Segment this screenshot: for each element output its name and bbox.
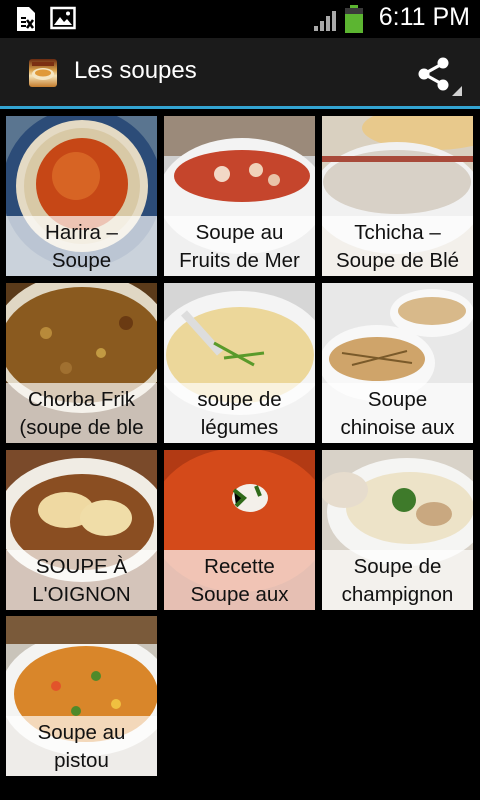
soup-caption: soupe de légumes bbox=[164, 383, 315, 443]
share-button[interactable] bbox=[412, 52, 464, 98]
soup-caption: Harira – Soupe bbox=[6, 216, 157, 276]
image-icon bbox=[50, 6, 76, 35]
soup-tile-tchicha[interactable]: Tchicha – Soupe de Blé bbox=[322, 116, 473, 276]
soup-tile-harira[interactable]: Harira – Soupe bbox=[6, 116, 157, 276]
soup-caption: SOUPE À L'OIGNON bbox=[6, 550, 157, 610]
soup-title: Recette Soupe aux bbox=[190, 555, 289, 606]
soup-title: Harira – Soupe bbox=[45, 221, 118, 272]
soup-caption: Soupe de champignon bbox=[322, 550, 473, 610]
soup-caption: Recette Soupe aux bbox=[164, 550, 315, 610]
soup-tile-pistou[interactable]: Soupe au pistou bbox=[6, 616, 157, 776]
clock: 6:11 PM bbox=[378, 3, 470, 31]
soup-title: Tchicha – Soupe de Blé bbox=[335, 221, 460, 272]
soup-title: Soupe de champignon bbox=[341, 555, 454, 606]
soup-tile-champignon[interactable]: Soupe de champignon bbox=[322, 450, 473, 610]
soup-caption: Soupe au pistou bbox=[6, 716, 157, 776]
soup-tile-oignon[interactable]: SOUPE À L'OIGNON bbox=[6, 450, 157, 610]
soup-caption: Tchicha – Soupe de Blé bbox=[322, 216, 473, 276]
soup-caption: Soupe chinoise aux bbox=[322, 383, 473, 443]
soup-tile-fruits-de-mer[interactable]: Soupe au Fruits de Mer bbox=[164, 116, 315, 276]
action-bar: Les soupes bbox=[0, 38, 480, 106]
sim-card-icon bbox=[14, 6, 38, 37]
soup-tile-tomate[interactable]: Recette Soupe aux bbox=[164, 450, 315, 610]
app-logo-icon[interactable] bbox=[29, 59, 57, 87]
soup-tile-legumes[interactable]: soupe de légumes bbox=[164, 283, 315, 443]
share-icon bbox=[418, 57, 462, 96]
soup-title: soupe de légumes bbox=[197, 388, 282, 439]
soup-title: Soupe chinoise aux bbox=[340, 388, 455, 439]
battery-icon bbox=[344, 5, 364, 38]
soup-caption: Soupe au Fruits de Mer bbox=[164, 216, 315, 276]
page-title: Les soupes bbox=[74, 57, 197, 84]
signal-icon bbox=[313, 8, 340, 37]
soup-grid: Harira – Soupe Soupe au Fruits de Mer Tc… bbox=[0, 109, 480, 800]
soup-tile-chorba-frik[interactable]: Chorba Frik (soupe de ble bbox=[6, 283, 157, 443]
soup-title: Soupe au Fruits de Mer bbox=[179, 221, 300, 272]
soup-title: Chorba Frik (soupe de ble bbox=[19, 388, 144, 439]
soup-title: SOUPE À L'OIGNON bbox=[32, 555, 131, 606]
soup-tile-chinoise[interactable]: Soupe chinoise aux bbox=[322, 283, 473, 443]
status-bar: 6:11 PM bbox=[0, 0, 480, 38]
soup-title: Soupe au pistou bbox=[37, 721, 126, 772]
soup-caption: Chorba Frik (soupe de ble bbox=[6, 383, 157, 443]
